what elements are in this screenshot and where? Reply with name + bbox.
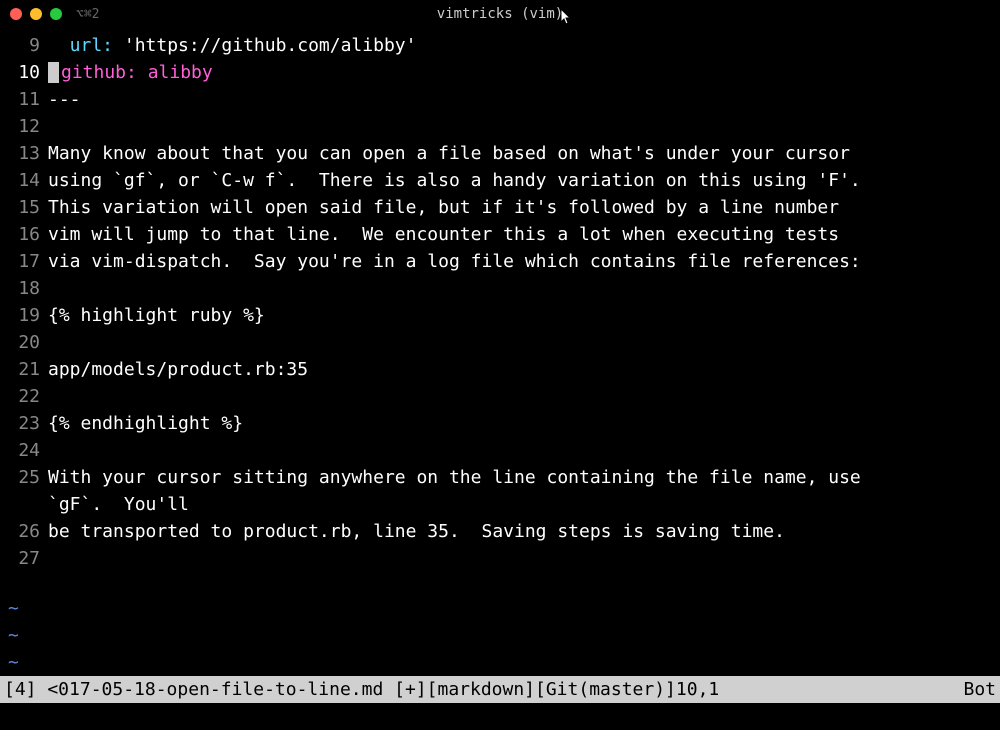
text-segment: 'https://github.com/alibby': [124, 35, 417, 56]
line-content[interactable]: [48, 437, 1000, 464]
line-content[interactable]: vim will jump to that line. We encounter…: [48, 221, 1000, 248]
line-content[interactable]: [48, 113, 1000, 140]
editor-line[interactable]: 10 github: alibby: [0, 59, 1000, 86]
line-content[interactable]: using `gf`, or `C-w f`. There is also a …: [48, 167, 1000, 194]
tilde-lines: ~~~: [0, 595, 1000, 676]
line-number: 19: [0, 302, 48, 329]
close-button[interactable]: [10, 8, 22, 20]
traffic-lights: [10, 8, 62, 20]
line-number: 18: [0, 275, 48, 302]
command-line[interactable]: [0, 703, 1000, 730]
line-content[interactable]: With your cursor sitting anywhere on the…: [48, 464, 1000, 491]
editor-line[interactable]: 26be transported to product.rb, line 35.…: [0, 518, 1000, 545]
text-segment: be transported to product.rb, line 35. S…: [48, 521, 785, 542]
line-number: 24: [0, 437, 48, 464]
statusline: [4] <017-05-18-open-file-to-line.md [+][…: [0, 676, 1000, 703]
titlebar: ⌥⌘2 vimtricks (vim): [0, 0, 1000, 28]
maximize-button[interactable]: [50, 8, 62, 20]
line-number: 17: [0, 248, 48, 275]
window-title: vimtricks (vim): [437, 6, 563, 22]
editor-line[interactable]: 20: [0, 329, 1000, 356]
line-content[interactable]: url: 'https://github.com/alibby': [48, 32, 1000, 59]
line-content[interactable]: via vim-dispatch. Say you're in a log fi…: [48, 248, 1000, 275]
line-number: 25: [0, 464, 48, 491]
editor-line[interactable]: 13Many know about that you can open a fi…: [0, 140, 1000, 167]
line-number: 22: [0, 383, 48, 410]
tilde-line: ~: [0, 622, 1000, 649]
line-number: 15: [0, 194, 48, 221]
editor-lines[interactable]: 9 url: 'https://github.com/alibby'10gith…: [0, 32, 1000, 595]
line-content[interactable]: [48, 275, 1000, 302]
editor-line[interactable]: 11---: [0, 86, 1000, 113]
line-number: 21: [0, 356, 48, 383]
line-content[interactable]: [48, 545, 1000, 572]
statusline-right: Bot: [963, 676, 996, 703]
text-segment: via vim-dispatch. Say you're in a log fi…: [48, 251, 861, 272]
editor-line[interactable]: 21app/models/product.rb:35: [0, 356, 1000, 383]
line-content[interactable]: {% endhighlight %}: [48, 410, 1000, 437]
text-segment: url:: [48, 35, 124, 56]
line-content[interactable]: app/models/product.rb:35: [48, 356, 1000, 383]
wrapped-line[interactable]: `gF`. You'll: [48, 491, 1000, 518]
line-number: 16: [0, 221, 48, 248]
line-content[interactable]: github: alibby: [48, 59, 1000, 86]
text-segment: Many know about that you can open a file…: [48, 143, 850, 164]
editor-line[interactable]: 12: [0, 113, 1000, 140]
line-content[interactable]: [48, 383, 1000, 410]
line-number: 27: [0, 545, 48, 572]
editor-line[interactable]: 19{% highlight ruby %}: [0, 302, 1000, 329]
line-number: 20: [0, 329, 48, 356]
text-segment: github: alibby: [61, 62, 213, 83]
line-content[interactable]: {% highlight ruby %}: [48, 302, 1000, 329]
text-segment: This variation will open said file, but …: [48, 197, 839, 218]
editor-line[interactable]: 16vim will jump to that line. We encount…: [0, 221, 1000, 248]
minimize-button[interactable]: [30, 8, 42, 20]
text-segment: {% endhighlight %}: [48, 413, 243, 434]
editor-line[interactable]: 27: [0, 545, 1000, 572]
text-segment: With your cursor sitting anywhere on the…: [48, 467, 861, 488]
text-segment: app/models/product.rb:35: [48, 359, 308, 380]
line-content[interactable]: be transported to product.rb, line 35. S…: [48, 518, 1000, 545]
terminal-window: ⌥⌘2 vimtricks (vim) 9 url: 'https://gith…: [0, 0, 1000, 730]
editor-line[interactable]: 14using `gf`, or `C-w f`. There is also …: [0, 167, 1000, 194]
editor-line[interactable]: 23{% endhighlight %}: [0, 410, 1000, 437]
titlebar-shortcut: ⌥⌘2: [76, 7, 99, 22]
block-cursor: [48, 62, 59, 83]
editor-line[interactable]: 22: [0, 383, 1000, 410]
text-segment: ---: [48, 89, 81, 110]
editor-area[interactable]: 9 url: 'https://github.com/alibby'10gith…: [0, 28, 1000, 730]
editor-line[interactable]: 15This variation will open said file, bu…: [0, 194, 1000, 221]
line-content[interactable]: [48, 329, 1000, 356]
line-content[interactable]: ---: [48, 86, 1000, 113]
line-number: 14: [0, 167, 48, 194]
line-number: 12: [0, 113, 48, 140]
statusline-left: [4] <017-05-18-open-file-to-line.md [+][…: [4, 676, 963, 703]
tilde-line: ~: [0, 649, 1000, 676]
line-number: 13: [0, 140, 48, 167]
text-segment: vim will jump to that line. We encounter…: [48, 224, 839, 245]
tilde-line: ~: [0, 595, 1000, 622]
editor-line[interactable]: 9 url: 'https://github.com/alibby': [0, 32, 1000, 59]
editor-line[interactable]: 24: [0, 437, 1000, 464]
line-number: 10: [0, 59, 48, 86]
editor-line[interactable]: 18: [0, 275, 1000, 302]
line-number: 26: [0, 518, 48, 545]
line-content[interactable]: This variation will open said file, but …: [48, 194, 1000, 221]
editor-line[interactable]: 25With your cursor sitting anywhere on t…: [0, 464, 1000, 491]
line-number: 11: [0, 86, 48, 113]
text-segment: using `gf`, or `C-w f`. There is also a …: [48, 170, 861, 191]
line-content[interactable]: Many know about that you can open a file…: [48, 140, 1000, 167]
text-segment: {% highlight ruby %}: [48, 305, 265, 326]
line-number: 23: [0, 410, 48, 437]
editor-line[interactable]: 17via vim-dispatch. Say you're in a log …: [0, 248, 1000, 275]
line-number: 9: [0, 32, 48, 59]
